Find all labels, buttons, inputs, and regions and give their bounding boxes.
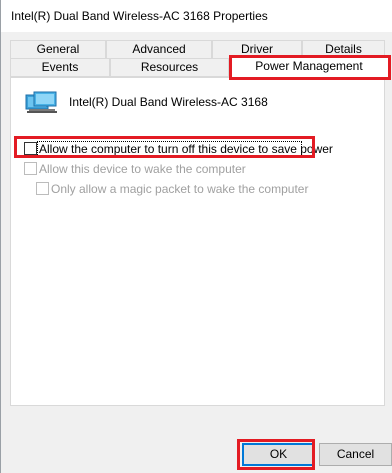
network-adapter-icon [25,91,57,113]
power-management-panel: Intel(R) Dual Band Wireless-AC 3168 Allo… [10,77,385,406]
title-bar[interactable]: Intel(R) Dual Band Wireless-AC 3168 Prop… [1,0,392,32]
ok-button[interactable]: OK [242,443,315,466]
tab-general[interactable]: General [10,40,106,59]
tab-advanced[interactable]: Advanced [106,40,212,59]
allow-wake-label[interactable]: Allow this device to wake the computer [39,162,246,176]
magic-packet-checkbox[interactable] [36,182,49,195]
tab-resources[interactable]: Resources [110,58,229,77]
properties-dialog: Intel(R) Dual Band Wireless-AC 3168 Prop… [0,0,392,473]
device-name: Intel(R) Dual Band Wireless-AC 3168 [69,95,268,109]
tab-events[interactable]: Events [10,58,110,77]
allow-turn-off-checkbox[interactable] [24,142,37,155]
window-title: Intel(R) Dual Band Wireless-AC 3168 Prop… [11,9,268,23]
allow-wake-checkbox[interactable] [24,162,37,175]
tab-power-management[interactable]: Power Management [229,56,389,78]
cancel-button[interactable]: Cancel [319,443,392,466]
magic-packet-label[interactable]: Only allow a magic packet to wake the co… [51,182,308,196]
allow-turn-off-label[interactable]: Allow the computer to turn off this devi… [39,142,333,156]
